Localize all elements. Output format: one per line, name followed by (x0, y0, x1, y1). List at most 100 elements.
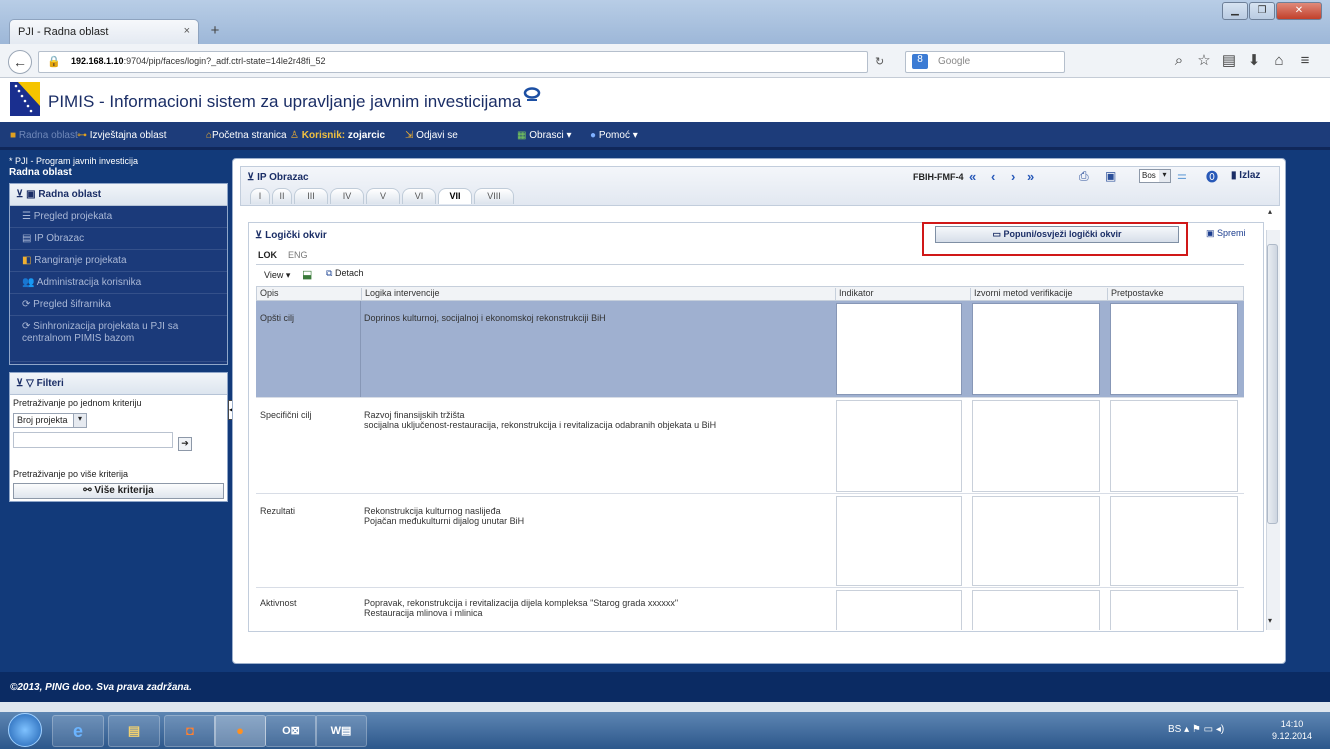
sidebar-item-sinhronizacija[interactable]: ⟳ Sinhronizacija projekata u PJI sa cent… (10, 316, 227, 362)
filter-panel: ⊻ ▽ Filteri Pretraživanje po jednom krit… (9, 372, 228, 502)
system-tray[interactable]: BS ▴ ⚑ ▭ ◂) (1168, 724, 1224, 735)
column-pretpostavke[interactable]: Pretpostavke (1107, 288, 1164, 301)
filter-value-input[interactable] (13, 432, 173, 448)
ip-obrazac-title[interactable]: ⊻ IP Obrazac (247, 172, 309, 183)
menu-pomoc[interactable]: ● Pomoć ▾ (590, 130, 638, 141)
scroll-up-icon[interactable]: ▴ (1268, 207, 1272, 216)
ranking-icon: ◧ (22, 255, 32, 266)
browser-tab[interactable]: PJI - Radna oblast × (9, 19, 199, 45)
window-close-icon[interactable]: ✕ (1276, 2, 1322, 20)
left-panel-header[interactable]: ⊻ ▣ Radna oblast (10, 184, 227, 206)
tab-iii[interactable]: III (294, 188, 328, 204)
tab-vi[interactable]: VI (402, 188, 436, 204)
filter-header[interactable]: ⊻ ▽ Filteri (10, 373, 227, 395)
pretpostavke-field[interactable] (1110, 303, 1238, 395)
exit-button[interactable]: ▮ Izlaz (1231, 170, 1260, 181)
indikator-field[interactable] (836, 400, 962, 492)
ie-taskbar-icon[interactable]: e (52, 715, 104, 747)
scrollbar-thumb[interactable] (1267, 244, 1278, 524)
menu-korisnik[interactable]: ♙ Korisnik: zojarcic (290, 130, 385, 141)
close-tab-icon[interactable]: × (184, 25, 190, 37)
scroll-down-icon[interactable]: ▾ (1268, 616, 1272, 625)
menu-radna-oblast[interactable]: ■ Radna oblast (10, 130, 78, 141)
column-indikator[interactable]: Indikator (835, 288, 874, 301)
tab-ii[interactable]: II (272, 188, 292, 204)
last-page-icon[interactable]: » (1027, 169, 1034, 184)
next-page-icon[interactable]: › (1011, 169, 1015, 184)
tab-eng[interactable]: ENG (288, 250, 308, 260)
bookmarks-list-icon[interactable]: ▤ (1220, 52, 1238, 70)
explorer-taskbar-icon[interactable]: ▤ (108, 715, 160, 747)
verifikacija-field[interactable] (972, 590, 1100, 630)
users-icon: 👥 (22, 277, 35, 288)
outlook-taskbar-icon[interactable]: O⊠ (265, 715, 317, 747)
export-icon[interactable]: ⬓ (302, 268, 312, 281)
menu-obrasci[interactable]: ▦ Obrasci ▾ (517, 130, 572, 141)
table-row[interactable]: Rezultati Rekonstrukcija kulturnog nasli… (256, 494, 1244, 588)
pretpostavke-field[interactable] (1110, 590, 1238, 630)
flag-lang-icon[interactable]: ⚌ (1177, 169, 1187, 182)
verifikacija-field[interactable] (972, 400, 1100, 492)
prev-page-icon[interactable]: ‹ (991, 169, 995, 184)
indikator-field[interactable] (836, 496, 962, 586)
save-icon[interactable]: ▣ (1105, 169, 1116, 183)
column-opis[interactable]: Opis (257, 288, 279, 301)
maximize-icon[interactable]: ❐ (1249, 2, 1275, 20)
indikator-field[interactable] (836, 590, 962, 630)
logicki-okvir-title[interactable]: ⊻ Logički okvir (255, 230, 327, 241)
firefox-taskbar-icon[interactable]: ● (214, 715, 266, 747)
start-button-icon[interactable] (8, 713, 42, 747)
search-icon[interactable]: ⌕ (1170, 52, 1188, 70)
pretpostavke-field[interactable] (1110, 400, 1238, 492)
media-taskbar-icon[interactable]: ◘ (164, 715, 216, 747)
detach-button[interactable]: ⧉ Detach (326, 268, 363, 279)
search-go-icon[interactable]: ➔ (178, 437, 192, 451)
view-menu[interactable]: View ▾ (264, 270, 290, 281)
menu-izvjestajna-oblast[interactable]: ⊶ Izvještajna oblast (77, 130, 167, 141)
sidebar-item-sifrarnik[interactable]: ⟳ Pregled šifrarnika (10, 294, 227, 316)
word-taskbar-icon[interactable]: W▤ (315, 715, 367, 747)
back-arrow-icon[interactable]: ← (8, 50, 32, 74)
menu-icon[interactable]: ≡ (1296, 52, 1314, 70)
help-icon[interactable]: ⓿ (1206, 168, 1218, 185)
minimize-icon[interactable]: ▁ (1222, 2, 1248, 20)
tab-i[interactable]: I (250, 188, 270, 204)
sidebar-item-rangiranje[interactable]: ◧ Rangiranje projekata (10, 250, 227, 272)
filter-criteria-select[interactable]: Broj projekta ▾ (13, 413, 87, 428)
tab-viii[interactable]: VIII (474, 188, 514, 204)
sidebar-item-pregled-projekata[interactable]: ☰ Pregled projekata (10, 206, 227, 228)
download-icon[interactable]: ⬇ (1245, 52, 1263, 70)
verifikacija-field[interactable] (972, 496, 1100, 586)
clock[interactable]: 14:10 9.12.2014 (1272, 718, 1312, 742)
search-placeholder: Google (938, 56, 971, 67)
reload-icon[interactable]: ↻ (875, 55, 884, 68)
menu-pocetna-stranica[interactable]: ⌂Početna stranica (206, 130, 287, 141)
home-icon[interactable]: ⌂ (1270, 52, 1288, 70)
sidebar-item-administracija[interactable]: 👥 Administracija korisnika (10, 272, 227, 294)
table-row[interactable]: Aktivnost Popravak, rekonstrukcija i rev… (256, 588, 1244, 630)
tab-lok[interactable]: LOK (258, 250, 277, 260)
table-row[interactable]: Opšti cilj Doprinos kulturnoj, socijalno… (256, 301, 1244, 398)
bookmark-star-icon[interactable]: ☆ (1195, 52, 1213, 70)
save-button[interactable]: ▣ Spremi (1206, 228, 1246, 239)
column-izvorni-metod[interactable]: Izvorni metod verifikacije (970, 288, 1073, 301)
pretpostavke-field[interactable] (1110, 496, 1238, 586)
language-select[interactable]: Bos ▾ (1139, 169, 1171, 183)
sidebar-item-ip-obrazac[interactable]: ▤ IP Obrazac (10, 228, 227, 250)
tab-iv[interactable]: IV (330, 188, 364, 204)
indikator-field[interactable] (836, 303, 962, 395)
tab-vii[interactable]: VII (438, 188, 472, 204)
tab-divider (256, 264, 1244, 265)
column-logika[interactable]: Logika intervencije (361, 288, 440, 301)
first-page-icon[interactable]: « (969, 169, 976, 184)
exit-icon: ▮ (1231, 170, 1237, 181)
tab-v[interactable]: V (366, 188, 400, 204)
pdf-export-icon[interactable]: ⎙ (1079, 169, 1089, 184)
search-box[interactable]: 8 Google (905, 51, 1065, 73)
menu-odjavi-se[interactable]: ⇲ Odjavi se (405, 130, 458, 141)
address-bar[interactable]: 🔒 192.168.1.10:9704/pip/faces/login?_adf… (38, 51, 868, 73)
verifikacija-field[interactable] (972, 303, 1100, 395)
table-row[interactable]: Specifični cilj Razvoj finansijskih trži… (256, 398, 1244, 494)
more-criteria-button[interactable]: ⚯ Više kriterija (13, 483, 224, 499)
new-tab-button[interactable]: + (205, 22, 225, 42)
